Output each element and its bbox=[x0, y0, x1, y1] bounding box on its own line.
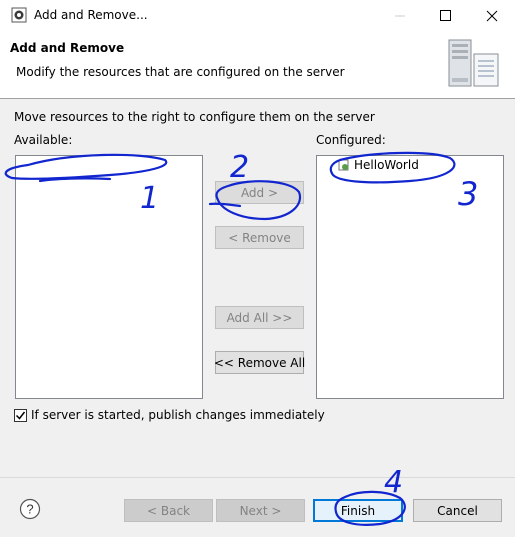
publish-checkbox-row[interactable]: If server is started, publish changes im… bbox=[14, 408, 325, 422]
page-title: Add and Remove bbox=[10, 41, 125, 55]
minimize-button[interactable] bbox=[377, 0, 423, 31]
finish-button[interactable]: Finish bbox=[313, 499, 403, 522]
maximize-icon bbox=[440, 9, 451, 21]
footer-divider bbox=[0, 477, 515, 478]
next-button[interactable]: Next > bbox=[216, 499, 305, 522]
list-item[interactable]: HelloWorld bbox=[338, 158, 419, 172]
available-list[interactable] bbox=[15, 155, 203, 399]
minimize-icon bbox=[395, 15, 405, 16]
checkmark-icon bbox=[15, 411, 26, 420]
close-button[interactable] bbox=[469, 0, 515, 31]
help-icon: ? bbox=[26, 502, 33, 517]
add-all-button[interactable]: Add All >> bbox=[215, 306, 304, 329]
eclipse-app-icon bbox=[11, 7, 27, 23]
add-button[interactable]: Add > bbox=[215, 181, 304, 204]
help-button[interactable]: ? bbox=[19, 498, 41, 520]
maximize-button[interactable] bbox=[423, 0, 469, 31]
instruction-text: Move resources to the right to configure… bbox=[14, 110, 375, 124]
server-icon bbox=[448, 39, 499, 87]
publish-checkbox-label: If server is started, publish changes im… bbox=[31, 408, 325, 422]
available-label: Available: bbox=[14, 133, 73, 147]
configured-label: Configured: bbox=[316, 133, 386, 147]
cancel-button[interactable]: Cancel bbox=[413, 499, 502, 522]
remove-button[interactable]: < Remove bbox=[215, 226, 304, 249]
web-module-icon bbox=[338, 159, 349, 171]
close-icon bbox=[486, 10, 498, 21]
back-button[interactable]: < Back bbox=[124, 499, 213, 522]
publish-checkbox[interactable] bbox=[14, 408, 27, 422]
window-title: Add and Remove... bbox=[34, 8, 148, 22]
configured-list[interactable] bbox=[316, 155, 504, 399]
remove-all-button[interactable]: << Remove All bbox=[214, 351, 305, 374]
configured-item-label: HelloWorld bbox=[354, 158, 419, 172]
page-description: Modify the resources that are configured… bbox=[16, 65, 345, 79]
